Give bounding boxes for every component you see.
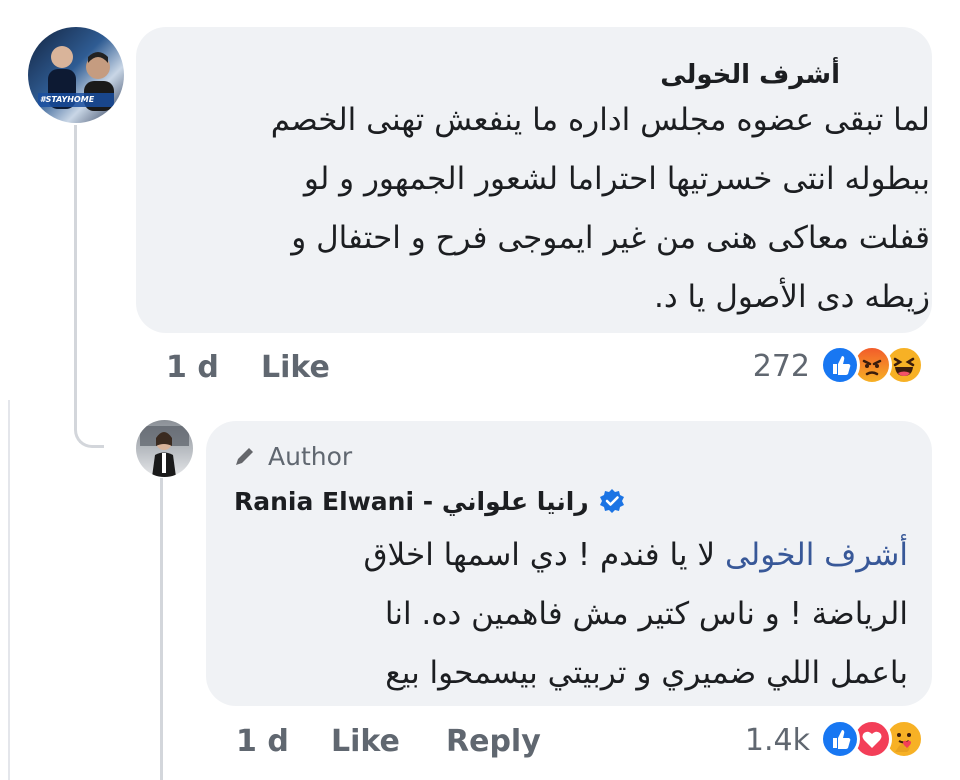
reply-text: أشرف الخولى لا يا فندم ! دي اسمها اخلاق …	[364, 526, 909, 703]
comment-line: ببطوله انتى خسرتيها احتراما لشعور الجمهو…	[303, 161, 930, 197]
author-badge[interactable]: Author	[232, 440, 352, 472]
avatar-badge-text: #STAYHOME	[40, 95, 95, 104]
mention-link[interactable]: أشرف الخولى	[725, 537, 908, 573]
reply-timestamp[interactable]: 1 d	[236, 724, 289, 759]
reply-reply-button[interactable]: Reply	[446, 724, 541, 759]
thread-line-reply	[160, 478, 163, 780]
comment-line: قفلت معاكى هنى من غير ايموجى فرح و احتفا…	[291, 220, 930, 256]
reply-author-avatar[interactable]	[136, 420, 193, 477]
comment-author-name[interactable]: أشرف الخولى	[660, 60, 840, 90]
reply-reaction-count[interactable]: 1.4k	[745, 723, 810, 758]
reply-line-rest: لا يا فندم ! دي اسمها اخلاق	[363, 537, 725, 573]
comment-reactions[interactable]	[820, 345, 940, 389]
thread-line-vertical	[74, 125, 77, 425]
comment-reaction-count[interactable]: 272	[753, 349, 810, 384]
reply-reactions[interactable]	[820, 719, 940, 763]
reply-line: الرياضة ! و ناس كتير مش فاهمين ده. انا	[384, 596, 908, 632]
comment-timestamp[interactable]: 1 d	[166, 350, 219, 385]
comment-like-button[interactable]: Like	[261, 350, 330, 385]
left-edge-divider	[8, 400, 10, 780]
pencil-icon	[236, 448, 253, 465]
author-badge-label: Author	[268, 441, 353, 471]
reply-author-row[interactable]: Rania Elwani - رانيا علواني	[234, 484, 625, 518]
avatar-person-icon	[140, 426, 189, 477]
reply-line: باعمل اللي ضميري و تربيتي بيسمحوا بيع	[385, 655, 908, 691]
comment-line: لما تبقى عضوه مجلس اداره ما ينفعش تهنى ا…	[270, 102, 930, 138]
like-icon	[820, 719, 860, 759]
reply-author-name: Rania Elwani - رانيا علواني	[234, 486, 589, 516]
reply-like-button[interactable]: Like	[331, 724, 400, 759]
comment-text: لما تبقى عضوه مجلس اداره ما ينفعش تهنى ا…	[271, 91, 930, 327]
reply-line: أشرف الخولى لا يا فندم ! دي اسمها اخلاق	[364, 526, 909, 585]
verified-badge-icon	[599, 489, 624, 513]
commenter-avatar[interactable]: #STAYHOME	[28, 27, 124, 123]
comment-line: زيطه دى الأصول يا د.	[653, 279, 930, 315]
avatar-figures-icon	[38, 46, 114, 111]
thread-line-connector	[74, 422, 104, 448]
like-icon	[820, 345, 860, 385]
